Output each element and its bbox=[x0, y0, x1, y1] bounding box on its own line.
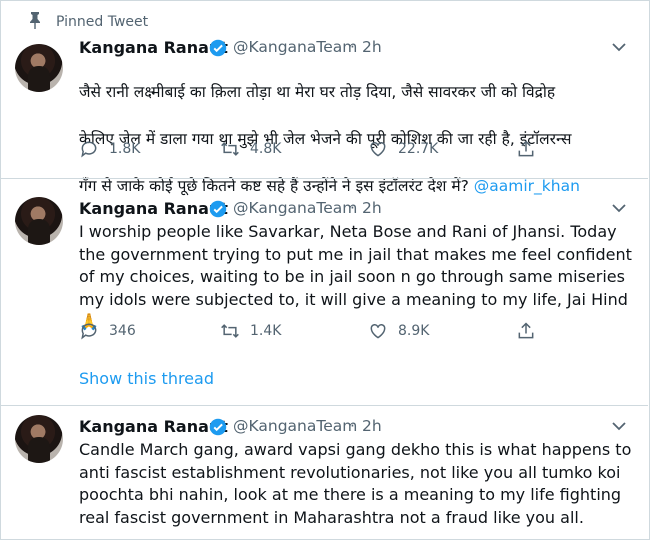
tweet-actions: 1.8K 4.8K 22.7K bbox=[79, 139, 579, 161]
reply-count: 1.8K bbox=[109, 141, 141, 157]
retweet-icon bbox=[221, 142, 239, 156]
reply-count: 346 bbox=[109, 323, 136, 339]
tweet-text: Candle March gang, award vapsi gang dekh… bbox=[79, 440, 632, 527]
author-name[interactable]: Kangana Ranaut bbox=[79, 417, 228, 436]
chevron-down-icon[interactable] bbox=[612, 42, 626, 52]
author-name[interactable]: Kangana Ranaut bbox=[79, 199, 228, 218]
like-button[interactable]: 22.7K bbox=[368, 139, 438, 159]
verified-badge-icon bbox=[209, 200, 227, 218]
tweet-actions: 346 1.4K 8.9K bbox=[79, 321, 579, 343]
chevron-down-icon[interactable] bbox=[612, 421, 626, 431]
retweet-count: 1.4K bbox=[250, 323, 282, 339]
retweet-count: 4.8K bbox=[250, 141, 282, 157]
heart-icon bbox=[370, 323, 386, 339]
avatar[interactable] bbox=[15, 44, 63, 92]
tweet-text-line: जैसे रानी लक्ष्मीबाई का क़िला तोड़ा था म… bbox=[79, 82, 556, 101]
heart-icon bbox=[370, 141, 386, 157]
share-button[interactable] bbox=[516, 321, 546, 341]
tweet-3[interactable]: Kangana Ranaut @KanganaTeam · 2h Candle … bbox=[0, 406, 648, 538]
author-name[interactable]: Kangana Ranaut bbox=[79, 38, 228, 57]
reply-button[interactable]: 346 bbox=[79, 321, 136, 341]
reply-icon bbox=[81, 323, 97, 340]
tweet-dot: · bbox=[350, 417, 355, 435]
retweet-button[interactable]: 4.8K bbox=[220, 139, 281, 159]
share-icon bbox=[518, 322, 534, 339]
avatar[interactable] bbox=[15, 415, 63, 463]
author-handle[interactable]: @KanganaTeam bbox=[233, 38, 357, 56]
author-handle[interactable]: @KanganaTeam bbox=[233, 417, 357, 435]
chevron-down-icon[interactable] bbox=[612, 203, 626, 213]
author-handle[interactable]: @KanganaTeam bbox=[233, 199, 357, 217]
share-button[interactable] bbox=[516, 139, 546, 159]
tweet-1[interactable]: Kangana Ranaut @KanganaTeam · 2h जैसे रा… bbox=[0, 0, 648, 195]
reply-button[interactable]: 1.8K bbox=[79, 139, 140, 159]
show-thread-link[interactable]: Show this thread bbox=[79, 369, 214, 388]
verified-badge-icon bbox=[209, 418, 227, 436]
like-button[interactable]: 8.9K bbox=[368, 321, 429, 341]
tweet-dot: · bbox=[350, 38, 355, 56]
avatar[interactable] bbox=[15, 197, 63, 245]
retweet-button[interactable]: 1.4K bbox=[220, 321, 281, 341]
verified-badge-icon bbox=[209, 39, 227, 57]
share-icon bbox=[518, 140, 534, 157]
tweet-time[interactable]: 2h bbox=[362, 417, 382, 435]
retweet-icon bbox=[221, 324, 239, 338]
tweet-time[interactable]: 2h bbox=[362, 38, 382, 56]
tweet-dot: · bbox=[350, 199, 355, 217]
like-count: 8.9K bbox=[398, 323, 430, 339]
like-count: 22.7K bbox=[398, 141, 439, 157]
tweet-time[interactable]: 2h bbox=[362, 199, 382, 217]
tweet-text: I worship people like Savarkar, Neta Bos… bbox=[79, 222, 632, 331]
reply-icon bbox=[81, 141, 97, 158]
